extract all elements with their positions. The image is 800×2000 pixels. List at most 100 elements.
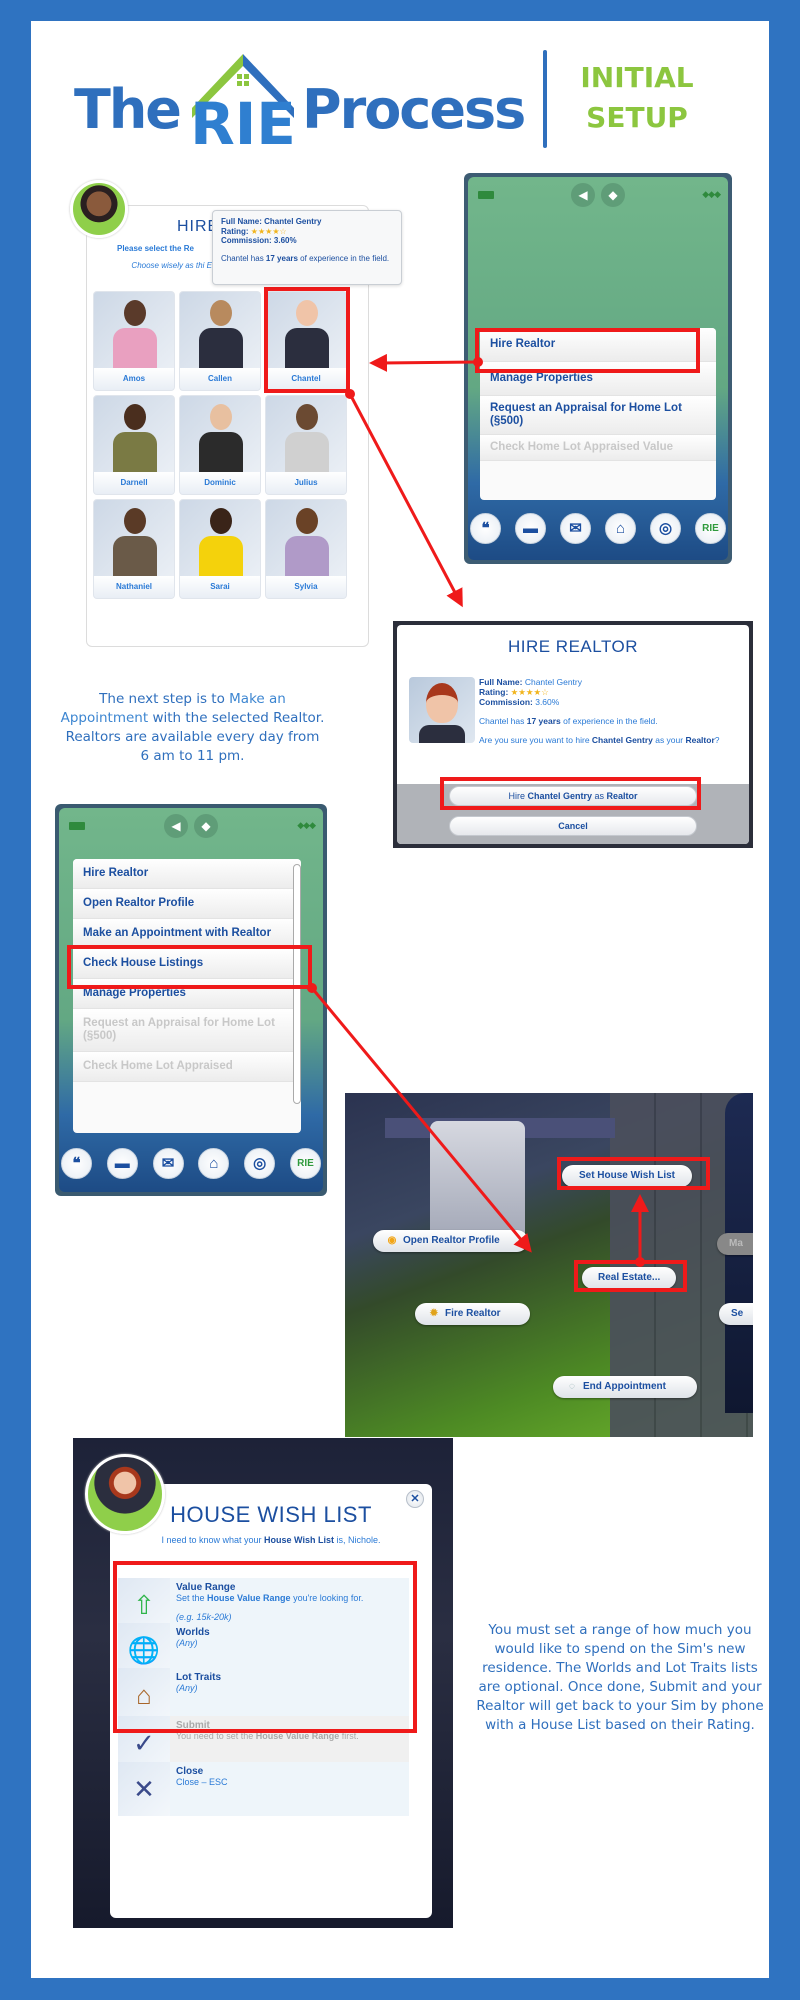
speaker-icon[interactable]: ◎ xyxy=(244,1148,276,1179)
phone-menu-item: Request an Appraisal for Home Lot (§500) xyxy=(73,1009,301,1052)
realtor-portrait xyxy=(112,508,158,580)
realtor-tooltip: Full Name: Chantel Gentry Rating: ★★★★☆ … xyxy=(212,210,402,285)
highlight-box-hire-confirm xyxy=(440,777,701,810)
tooltip-exp-pre: Chantel has xyxy=(221,253,266,263)
realtor-name: Sylvia xyxy=(266,576,346,598)
option-desc: Close – ESC xyxy=(176,1777,228,1788)
dialog-subtitle: I need to know what your House Wish List… xyxy=(130,1534,412,1546)
commission-value: 3.60% xyxy=(535,697,560,707)
realtor-card[interactable]: Darnell xyxy=(93,395,175,495)
phone-dock: ❝ ▬ ✉ ⌂ ◎ RIE xyxy=(61,1148,321,1179)
phone-menu-item: Check Home Lot Appraised Value xyxy=(480,435,716,461)
realtor-portrait xyxy=(112,300,158,372)
realtor-card[interactable]: Julius xyxy=(265,395,347,495)
realtor-portrait xyxy=(284,508,330,580)
tag-icon[interactable]: ◆ xyxy=(194,814,218,838)
end-label: End Appointment xyxy=(583,1381,666,1392)
realtor-name: Callen xyxy=(180,368,260,390)
sub-bold: House Wish List xyxy=(264,1535,334,1545)
realtor-avatar xyxy=(85,1454,165,1534)
blurb1-part1: The next step is to xyxy=(99,691,230,707)
chat-icon[interactable]: ❝ xyxy=(61,1148,92,1179)
open-profile-label: Open Realtor Profile xyxy=(403,1235,500,1246)
exp-pre: Chantel has xyxy=(479,716,527,726)
logo-process-text: Process xyxy=(302,78,526,141)
partial-menu-item-se[interactable]: Se xyxy=(719,1303,753,1325)
realtor-card[interactable]: Callen xyxy=(179,291,261,391)
end-icon: ◌ xyxy=(569,1381,575,1392)
logo-the-text: The xyxy=(74,78,182,141)
realtor-name: Darnell xyxy=(94,472,174,494)
tooltip-name-label: Full Name: xyxy=(221,217,262,226)
instructions-appointment: The next step is to Make an Appointment … xyxy=(60,690,325,766)
realtor-portrait xyxy=(198,300,244,372)
realtor-name: Chantel Gentry xyxy=(524,677,582,687)
rie-icon[interactable]: RIE xyxy=(695,513,726,544)
realtor-portrait xyxy=(198,508,244,580)
close-icon: ✕ xyxy=(118,1762,170,1816)
realtor-name: Sarai xyxy=(180,576,260,598)
partial-menu-item-ma[interactable]: Ma xyxy=(717,1233,753,1255)
instructions-wish-list: You must set a range of how much you wou… xyxy=(476,1622,764,1733)
realtor-card[interactable]: Amos xyxy=(93,291,175,391)
car-icon[interactable]: ▬ xyxy=(106,1148,138,1179)
fire-label: Fire Realtor xyxy=(445,1308,501,1319)
sound-icon[interactable]: ◀ xyxy=(571,183,595,207)
tooltip-exp-years: 17 years xyxy=(265,253,298,263)
phone-menu: Hire Realtor Open Realtor Profile Make an … xyxy=(73,859,301,1133)
tag-icon[interactable]: ◆ xyxy=(601,183,625,207)
wish-list-option[interactable]: ✕ Close Close – ESC xyxy=(118,1762,409,1816)
desc-pre: Close – ESC xyxy=(176,1777,228,1787)
tooltip-commission: 3.60% xyxy=(273,236,297,245)
house-icon[interactable]: ⌂ xyxy=(605,513,636,544)
fire-realtor-button[interactable]: ✹ Fire Realtor xyxy=(415,1303,530,1325)
highlight-box-appointment xyxy=(67,945,312,989)
realtor-name: Nathaniel xyxy=(94,576,174,598)
briefcase-icon[interactable]: ✉ xyxy=(152,1148,184,1179)
player-sim-avatar xyxy=(70,180,128,238)
realtor-card[interactable]: Dominic xyxy=(179,395,261,495)
option-title: Close xyxy=(176,1766,204,1777)
highlight-box-wish-options xyxy=(113,1561,417,1733)
open-realtor-profile-button[interactable]: ◉ Open Realtor Profile xyxy=(373,1230,528,1252)
phone-menu-item[interactable]: Hire Realtor xyxy=(73,859,301,889)
rie-icon[interactable]: RIE xyxy=(289,1148,321,1179)
end-appointment-button[interactable]: ◌ End Appointment xyxy=(553,1376,697,1398)
section-title-line2: SETUP xyxy=(586,101,688,134)
fire-icon: ✹ xyxy=(429,1308,439,1319)
rating-stars: ★★★★☆ xyxy=(510,687,549,697)
realtor-card[interactable]: Sarai xyxy=(179,499,261,599)
section-title: INITIAL SETUP xyxy=(562,58,712,138)
realtor-portrait xyxy=(409,677,475,743)
sound-icon[interactable]: ◀ xyxy=(164,814,188,838)
chat-icon[interactable]: ❝ xyxy=(470,513,501,544)
highlight-box-chantel xyxy=(264,287,350,393)
speaker-icon[interactable]: ◎ xyxy=(650,513,681,544)
q-realtor: Realtor xyxy=(685,735,715,745)
exp-post: of experience in the field. xyxy=(560,716,658,726)
house-icon[interactable]: ⌂ xyxy=(198,1148,230,1179)
phone-menu-item[interactable]: Open Realtor Profile xyxy=(73,889,301,919)
dialog-subtitle: Please select the Re xyxy=(117,244,194,253)
rating-label: Rating: xyxy=(479,687,509,697)
cancel-label: Cancel xyxy=(558,821,588,831)
realtor-info: Full Name: Chantel Gentry Rating: ★★★★☆ … xyxy=(479,677,741,745)
realtor-name: Amos xyxy=(94,368,174,390)
realtor-card[interactable]: Sylvia xyxy=(265,499,347,599)
tooltip-name: Chantel Gentry xyxy=(264,217,322,226)
q-post: as your xyxy=(652,735,686,745)
q-end: ? xyxy=(714,735,720,745)
phone-menu-item[interactable]: Request an Appraisal for Home Lot (§500) xyxy=(480,396,716,435)
briefcase-icon[interactable]: ✉ xyxy=(560,513,591,544)
realtor-name: Dominic xyxy=(180,472,260,494)
realtor-portrait xyxy=(112,404,158,476)
car-icon[interactable]: ▬ xyxy=(515,513,546,544)
rie-house-logo-icon: RIE xyxy=(190,54,296,148)
highlight-box-wish-list xyxy=(557,1157,710,1190)
cancel-button[interactable]: Cancel xyxy=(449,816,697,836)
realtor-card[interactable]: Nathaniel xyxy=(93,499,175,599)
name-label: Full Name: xyxy=(479,677,523,687)
hire-realtor-confirm-dialog: HIRE REALTOR Full Name: Chantel Gentry R… xyxy=(393,621,753,848)
tooltip-commission-label: Commission: xyxy=(221,236,272,245)
section-title-line1: INITIAL xyxy=(580,61,694,94)
